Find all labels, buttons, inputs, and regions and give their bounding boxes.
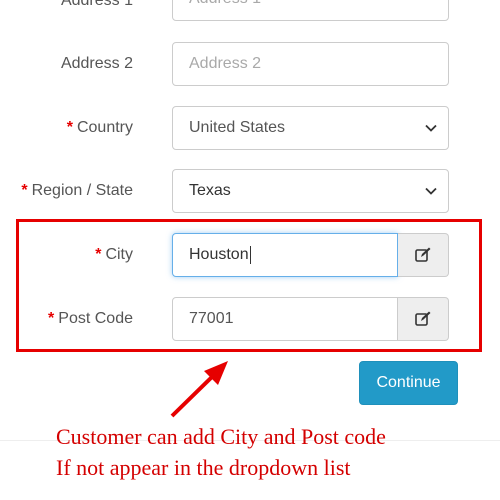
annotation-line-1: Customer can add City and Post code (56, 424, 386, 449)
postcode-edit-button[interactable] (398, 297, 449, 341)
address2-input[interactable]: Address 2 (172, 42, 449, 86)
postcode-label-text: Post Code (58, 310, 133, 327)
region-label-text: Region / State (31, 182, 133, 199)
postcode-value: 77001 (189, 310, 234, 327)
city-value: Houston (189, 246, 249, 263)
address1-input[interactable]: Address 1 (172, 0, 449, 21)
required-marker: * (21, 182, 28, 199)
required-marker: * (66, 119, 73, 136)
address1-placeholder: Address 1 (189, 0, 261, 8)
chevron-down-icon (425, 187, 437, 195)
arrow-annotation (170, 361, 228, 418)
region-label: * Region / State (21, 182, 133, 200)
country-select[interactable]: United States (172, 106, 449, 150)
city-input[interactable]: Houston (172, 233, 398, 277)
address1-label: * Address 1 (51, 0, 133, 10)
text-cursor (249, 246, 251, 264)
address2-label: Address 2 (61, 55, 133, 73)
chevron-down-icon (425, 124, 437, 132)
city-label: * City (95, 246, 133, 264)
continue-label: Continue (376, 374, 441, 391)
postcode-label: * Post Code (48, 310, 133, 328)
address1-label-text: Address 1 (60, 0, 133, 9)
city-edit-button[interactable] (398, 233, 449, 277)
postcode-input[interactable]: 77001 (172, 297, 398, 341)
required-marker: * (95, 246, 102, 263)
continue-button[interactable]: Continue (359, 361, 458, 405)
region-value: Texas (189, 182, 231, 199)
country-label-text: Country (76, 119, 133, 136)
annotation-text: Customer can add City and Post code If n… (56, 421, 386, 483)
country-value: United States (189, 119, 286, 136)
address2-placeholder: Address 2 (189, 55, 262, 72)
annotation-line-2: If not appear in the dropdown list (56, 455, 351, 480)
city-label-text: City (105, 246, 133, 263)
required-marker: * (48, 310, 55, 327)
region-select[interactable]: Texas (172, 169, 449, 213)
country-label: * Country (67, 119, 133, 137)
address2-label-text: Address 2 (60, 55, 133, 72)
edit-icon (415, 247, 431, 262)
required-marker: * (50, 0, 57, 9)
edit-icon (415, 311, 431, 326)
